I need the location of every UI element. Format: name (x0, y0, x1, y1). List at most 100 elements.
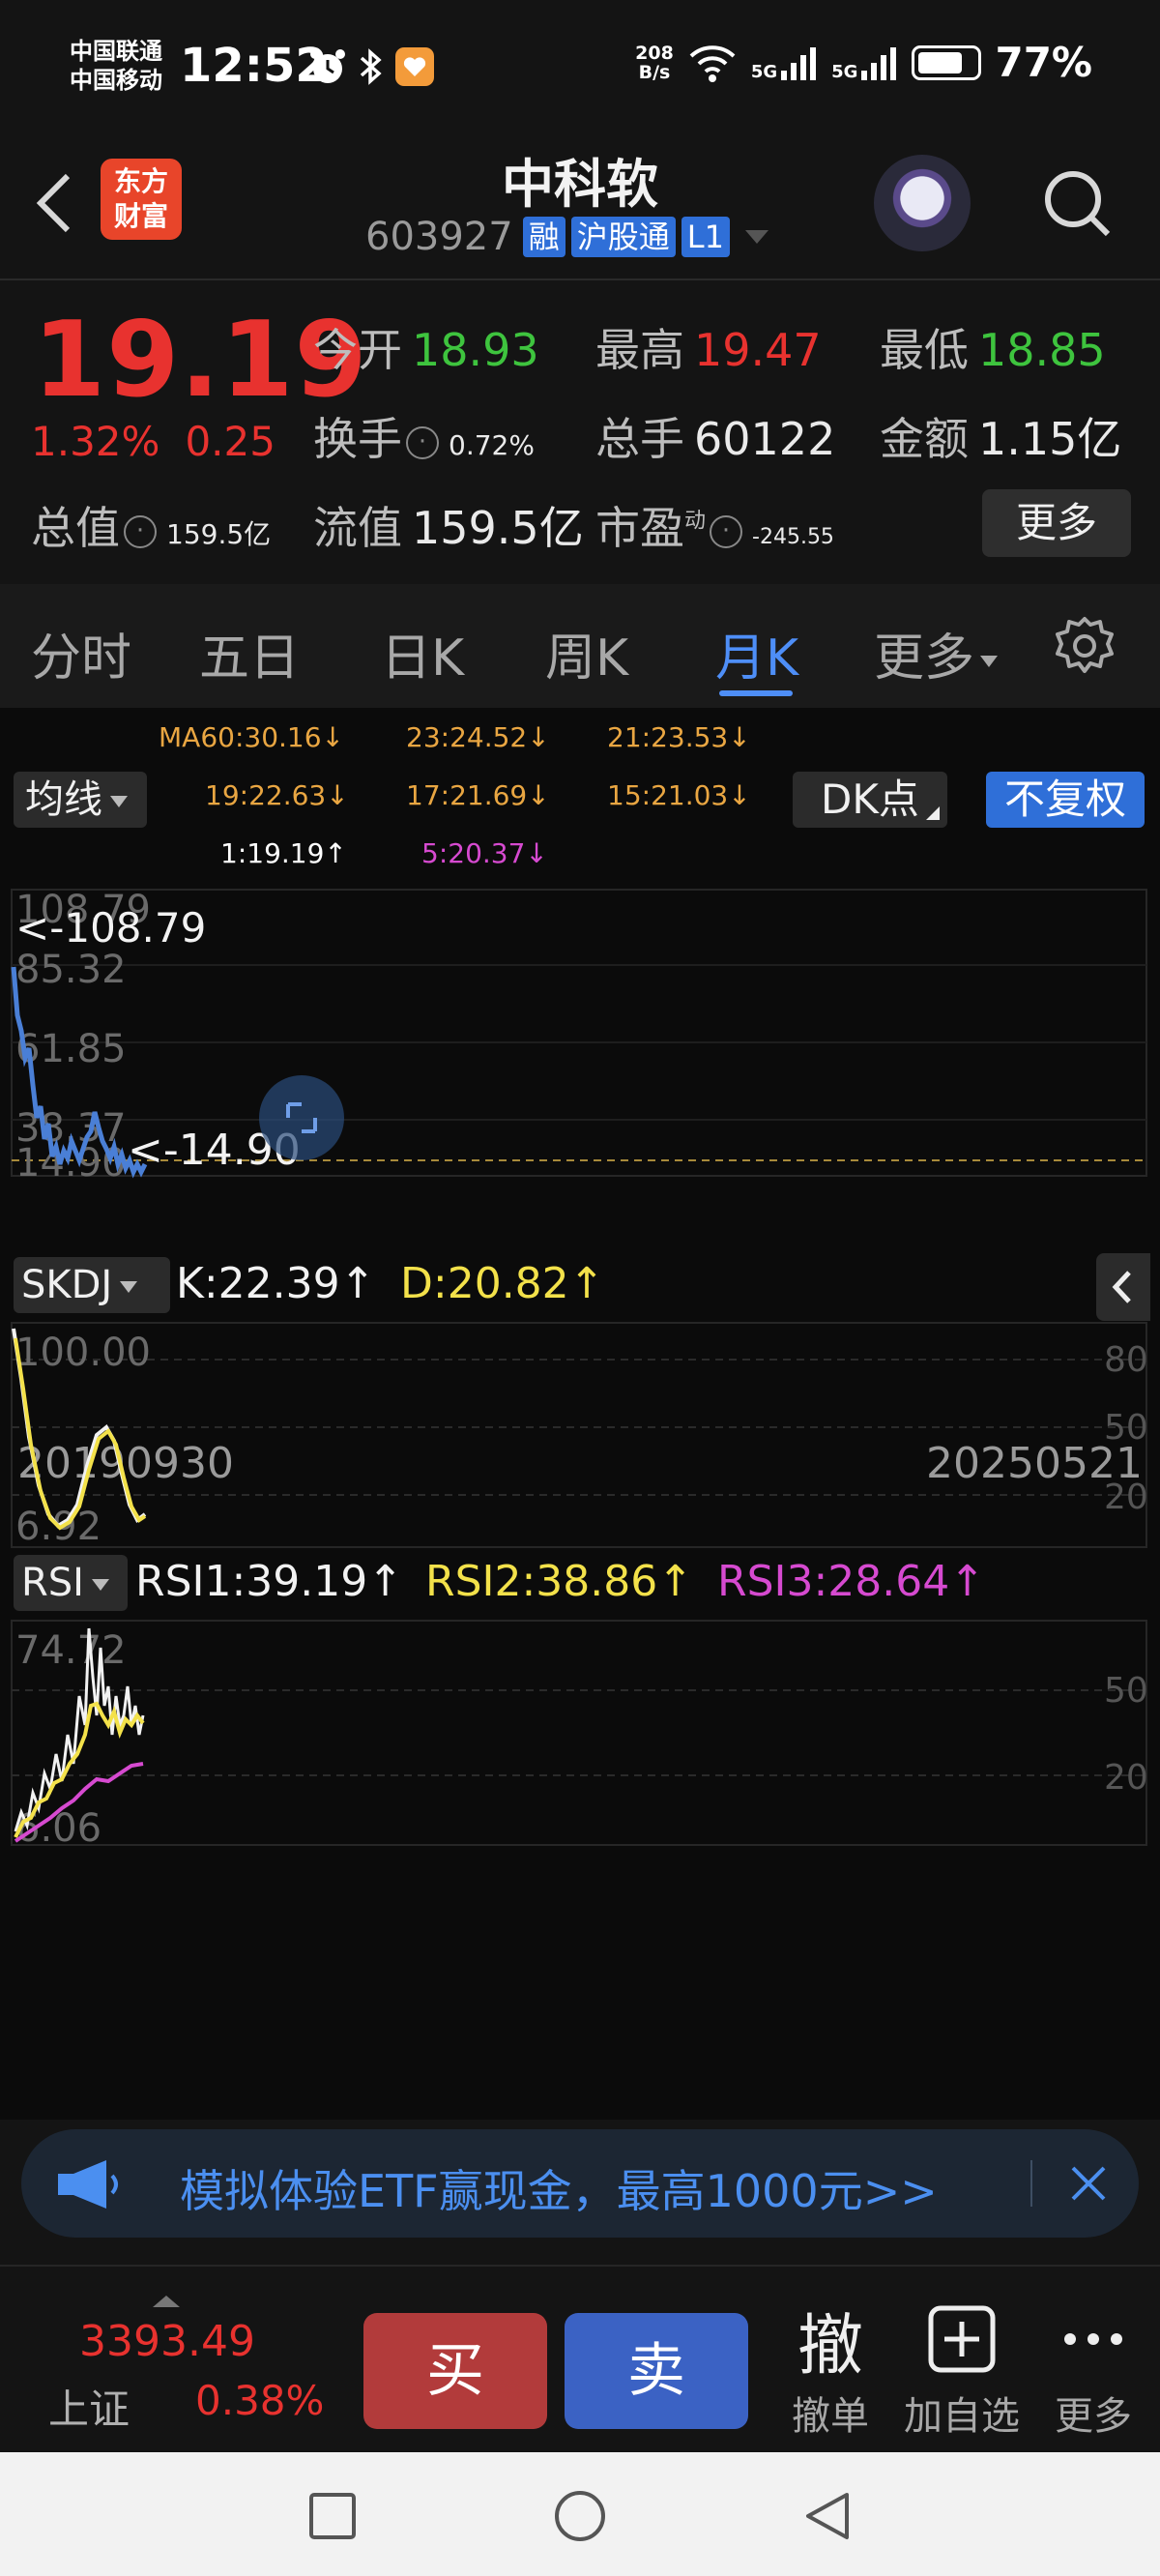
price-adjust-button[interactable]: 不复权 (986, 772, 1145, 828)
stock-code-row[interactable]: 603927 融 沪股通 L1 (365, 215, 768, 259)
level-tag: L1 (681, 217, 730, 257)
low-label: 最低 (880, 324, 969, 376)
period-tabs: 分时 五日 日K 周K 月K 更多 (0, 584, 1160, 708)
ma19-value: 19:22.63↓ (205, 779, 349, 811)
status-icons-right: 208 B/s 5G 5G 77% (635, 39, 1092, 86)
divider (1030, 2160, 1032, 2207)
amount-label: 金额 (880, 413, 969, 465)
info-icon[interactable]: · (406, 425, 439, 459)
price-change: 1.32% 0.25 (31, 418, 301, 465)
status-bar: 中国联通 中国移动 12:52 208 B/s 5G 5G 77% (0, 0, 1160, 135)
turnover-value: 0.72% (449, 429, 535, 461)
add-square-icon (928, 2305, 996, 2373)
float-cap-value: 159.5亿 (412, 502, 584, 554)
recent-apps-icon[interactable] (307, 2491, 358, 2541)
wifi-icon (689, 44, 736, 82)
dk-point-label: DK点 (821, 776, 919, 823)
close-icon[interactable] (1069, 2164, 1108, 2203)
net-speed-unit: B/s (638, 61, 671, 83)
tab-more[interactable]: 更多 (874, 617, 999, 689)
market-cap-item[interactable]: 总值 · 159.5亿 (31, 493, 271, 557)
skdj-indicator-selector[interactable]: SKDJ (14, 1257, 170, 1313)
high-value: 19.47 (694, 324, 822, 376)
battery-percent: 77% (995, 39, 1092, 86)
chart-frame (11, 1620, 1147, 1846)
chart-frame (11, 1322, 1147, 1548)
chevron-down-icon (980, 656, 999, 667)
y-label: 100.00 (15, 1331, 151, 1375)
more-dots-icon (1064, 2333, 1122, 2345)
battery-icon (912, 44, 982, 80)
float-cap-item: 流值 159.5亿 (313, 493, 584, 557)
amount-value: 1.15亿 (978, 413, 1122, 465)
dk-point-button[interactable]: DK点 (793, 772, 947, 828)
battery-level (918, 51, 963, 73)
index-value[interactable]: 3393.49 (79, 2317, 255, 2366)
high-item: 最高 19.47 (595, 315, 822, 379)
more-quote-button[interactable]: 更多 (982, 489, 1131, 557)
ma15-value: 15:21.03↓ (607, 779, 751, 811)
active-tab-indicator (719, 690, 793, 696)
pe-label: 市盈 (595, 502, 684, 554)
tab-monthly[interactable]: 月K (715, 617, 798, 689)
index-name[interactable]: 上证 (48, 2377, 130, 2436)
moving-average-selector[interactable]: 均线 (14, 772, 147, 828)
collapse-panel-button[interactable] (1096, 1253, 1150, 1321)
info-icon[interactable]: · (710, 514, 743, 548)
turnover-item[interactable]: 换手 · 0.72% (313, 404, 535, 468)
end-date-label: 20250521 (926, 1439, 1143, 1488)
rsi-chart[interactable]: 74.72 6.06 50 20 (0, 1619, 1160, 1849)
max-price-marker: <-108.79 (15, 904, 206, 951)
health-app-icon (395, 47, 434, 86)
tab-daily[interactable]: 日K (381, 617, 464, 689)
search-icon[interactable] (1038, 164, 1116, 242)
ma23-value: 23:24.52↓ (406, 721, 550, 753)
system-nav-bar (0, 2452, 1160, 2576)
pe-item[interactable]: 市盈动 · -245.55 (595, 493, 834, 557)
stock-name: 中科软 (502, 154, 658, 215)
change-percent: 1.32% (31, 418, 160, 465)
back-icon[interactable] (800, 2489, 855, 2543)
chevron-up-icon[interactable] (153, 2296, 180, 2307)
right-level-label: 50 (1104, 1671, 1148, 1711)
rsi-indicator-selector[interactable]: RSI (14, 1555, 128, 1611)
add-watchlist-button[interactable]: 加自选 (899, 2296, 1025, 2441)
amount-item: 金额 1.15亿 (880, 404, 1121, 468)
main-price-chart[interactable]: 108.79 85.32 61.85 38.37 14.90 <-108.79 … (0, 888, 1160, 1197)
volume-value: 60122 (694, 413, 836, 465)
rsi3-value: RSI3:28.64↑ (717, 1557, 986, 1606)
tab-five-day[interactable]: 五日 (199, 617, 300, 689)
home-icon[interactable] (553, 2489, 607, 2543)
info-icon[interactable]: · (124, 514, 157, 548)
market-cap-value: 159.5亿 (166, 518, 272, 550)
tab-intraday[interactable]: 分时 (31, 617, 131, 689)
skdj-chart[interactable]: 100.00 6.92 80 50 20 (0, 1321, 1160, 1551)
cancel-order-button[interactable]: 撤 撤单 (768, 2296, 893, 2441)
skdj-label: SKDJ (21, 1263, 113, 1307)
chevron-left-icon (1112, 1271, 1131, 1303)
buy-button[interactable]: 买 (363, 2313, 547, 2429)
rsi1-value: RSI1:39.19↑ (135, 1557, 404, 1606)
more-actions-button[interactable]: 更多 (1030, 2296, 1156, 2441)
carrier-names: 中国联通 中国移动 (70, 37, 162, 95)
net-speed: 208 B/s (635, 44, 674, 82)
rsi-label: RSI (21, 1561, 84, 1605)
ma1-value: 1:19.19↑ (220, 837, 347, 869)
ma17-value: 17:21.69↓ (406, 779, 550, 811)
clock: 12:52 (180, 39, 328, 93)
promo-text: 模拟体验ETF赢现金，最高1000元>> (180, 2165, 938, 2217)
stock-code: 603927 (365, 215, 513, 259)
gear-icon[interactable] (1052, 613, 1117, 679)
tab-weekly[interactable]: 周K (545, 617, 628, 689)
chevron-down-icon (744, 230, 768, 244)
promo-banner[interactable]: 模拟体验ETF赢现金，最高1000元>> (21, 2129, 1139, 2238)
index-change[interactable]: 0.38% (195, 2377, 324, 2424)
market-cap-label: 总值 (31, 502, 120, 554)
sell-button[interactable]: 卖 (565, 2313, 748, 2429)
trade-bar: 3393.49 上证 0.38% 买 卖 撤 撤单 加自选 更多 (0, 2265, 1160, 2452)
expand-chart-icon[interactable] (259, 1075, 344, 1160)
add-watchlist-label: 加自选 (904, 2394, 1020, 2439)
stock-header: 东方 财富 中科软 603927 融 沪股通 L1 (0, 135, 1160, 280)
quote-panel: 19.19 1.32% 0.25 今开 18.93 最高 19.47 最低 18.85 … (0, 280, 1160, 580)
assistant-robot-avatar[interactable] (874, 155, 971, 251)
